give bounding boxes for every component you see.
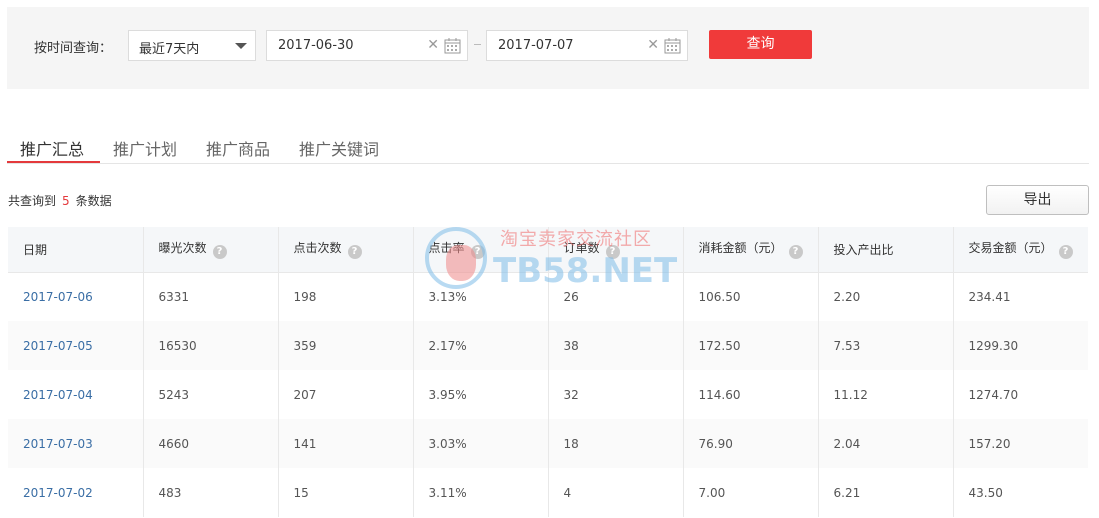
- data-table: 日期 曝光次数? 点击次数? 点击率? 订单数? 消耗金额（元）? 投入产出比 …: [8, 227, 1088, 517]
- result-count: 共查询到 5 条数据: [8, 192, 112, 209]
- table-cell: 141: [278, 419, 414, 468]
- table-cell: 26: [548, 272, 684, 321]
- table-cell: 7.53: [818, 321, 954, 370]
- table-cell: 15: [278, 468, 414, 517]
- table-cell: 7.00: [683, 468, 819, 517]
- table-cell: 32: [548, 370, 684, 419]
- table-cell: 18: [548, 419, 684, 468]
- table-cell: 2.04: [818, 419, 954, 468]
- table-cell: 359: [278, 321, 414, 370]
- table-cell: 11.12: [818, 370, 954, 419]
- col-header-roi: 投入产出比: [818, 227, 954, 273]
- table-header-row: 日期 曝光次数? 点击次数? 点击率? 订单数? 消耗金额（元）? 投入产出比 …: [8, 227, 1088, 273]
- table-cell: 6331: [143, 272, 279, 321]
- time-range-select[interactable]: 最近7天内: [128, 30, 256, 61]
- end-date-value: 2017-07-07: [498, 38, 574, 53]
- date-link[interactable]: 2017-07-04: [8, 370, 144, 419]
- col-header-date: 日期: [8, 227, 144, 273]
- date-separator: [474, 44, 481, 45]
- table-cell: 3.95%: [413, 370, 549, 419]
- table-row: 2017-07-05 16530 359 2.17% 38 172.50 7.5…: [8, 321, 1088, 370]
- table-cell: 4660: [143, 419, 279, 468]
- help-icon[interactable]: ?: [470, 245, 485, 260]
- export-button[interactable]: 导出: [986, 185, 1089, 215]
- table-cell: 1299.30: [968, 338, 1019, 353]
- tab-bar: 推广汇总 推广计划 推广商品 推广关键词: [7, 133, 1089, 164]
- clear-icon[interactable]: ✕: [647, 37, 659, 53]
- tab-keywords[interactable]: 推广关键词: [299, 136, 379, 160]
- table-cell: 4: [548, 468, 684, 517]
- col-header-impressions: 曝光次数?: [143, 227, 279, 273]
- table-cell: 3.03%: [413, 419, 549, 468]
- table-cell: 2.20: [818, 272, 954, 321]
- help-icon[interactable]: ?: [605, 245, 620, 260]
- col-header-cost: 消耗金额（元）?: [683, 227, 819, 273]
- help-icon[interactable]: ?: [788, 245, 803, 260]
- table-cell: 5243: [143, 370, 279, 419]
- date-link[interactable]: 2017-07-03: [8, 419, 144, 468]
- table-cell: 157.20: [968, 436, 1011, 451]
- filter-panel: 按时间查询： 最近7天内 2017-06-30 ✕ 2017-07-07 ✕ 查…: [7, 7, 1089, 89]
- time-range-value: 最近7天内: [139, 42, 200, 57]
- table-row: 2017-07-03 4660 141 3.03% 18 76.90 2.04 …: [8, 419, 1088, 468]
- table-cell: 6.21: [818, 468, 954, 517]
- table-cell: 234.41: [968, 289, 1011, 304]
- table-cell: 198: [278, 272, 414, 321]
- table-cell: 16530: [143, 321, 279, 370]
- table-cell: 114.60: [683, 370, 819, 419]
- date-link[interactable]: 2017-07-06: [8, 272, 144, 321]
- tab-plans[interactable]: 推广计划: [113, 136, 177, 160]
- help-icon[interactable]: ?: [1058, 245, 1073, 260]
- start-date-field[interactable]: 2017-06-30 ✕: [266, 30, 468, 61]
- calendar-icon[interactable]: [444, 37, 461, 54]
- filter-label: 按时间查询：: [34, 41, 113, 56]
- chevron-down-icon: [235, 43, 247, 49]
- table-row: 2017-07-02 483 15 3.11% 4 7.00 6.21 43.5…: [8, 468, 1088, 517]
- tab-summary[interactable]: 推广汇总: [20, 136, 84, 160]
- help-icon[interactable]: ?: [347, 245, 362, 260]
- table-row: 2017-07-04 5243 207 3.95% 32 114.60 11.1…: [8, 370, 1088, 419]
- table-cell: 2.17%: [413, 321, 549, 370]
- table-cell: 3.11%: [413, 468, 549, 517]
- table-cell: 43.50: [968, 485, 1003, 500]
- date-link[interactable]: 2017-07-02: [8, 468, 144, 517]
- col-header-clicks: 点击次数?: [278, 227, 414, 273]
- tab-products[interactable]: 推广商品: [206, 136, 270, 160]
- table-cell: 76.90: [683, 419, 819, 468]
- help-icon[interactable]: ?: [212, 245, 227, 260]
- table-cell: 172.50: [683, 321, 819, 370]
- table-cell: 38: [548, 321, 684, 370]
- active-tab-indicator: [7, 161, 100, 163]
- table-cell: 106.50: [683, 272, 819, 321]
- table-cell: 3.13%: [413, 272, 549, 321]
- date-link[interactable]: 2017-07-05: [8, 321, 144, 370]
- start-date-value: 2017-06-30: [278, 38, 354, 53]
- table-row: 2017-07-06 6331 198 3.13% 26 106.50 2.20…: [8, 272, 1088, 321]
- col-header-ctr: 点击率?: [413, 227, 549, 273]
- query-button[interactable]: 查询: [709, 30, 812, 59]
- result-count-number: 5: [62, 194, 70, 208]
- table-cell: 1274.70: [968, 387, 1019, 402]
- table-cell: 207: [278, 370, 414, 419]
- end-date-field[interactable]: 2017-07-07 ✕: [486, 30, 688, 61]
- col-header-revenue: 交易金额（元）?: [953, 227, 1088, 273]
- calendar-icon[interactable]: [664, 37, 681, 54]
- result-prefix: 共查询到: [8, 194, 57, 208]
- table-cell: 483: [143, 468, 279, 517]
- clear-icon[interactable]: ✕: [427, 37, 439, 53]
- col-header-orders: 订单数?: [548, 227, 684, 273]
- result-suffix: 条数据: [75, 194, 112, 208]
